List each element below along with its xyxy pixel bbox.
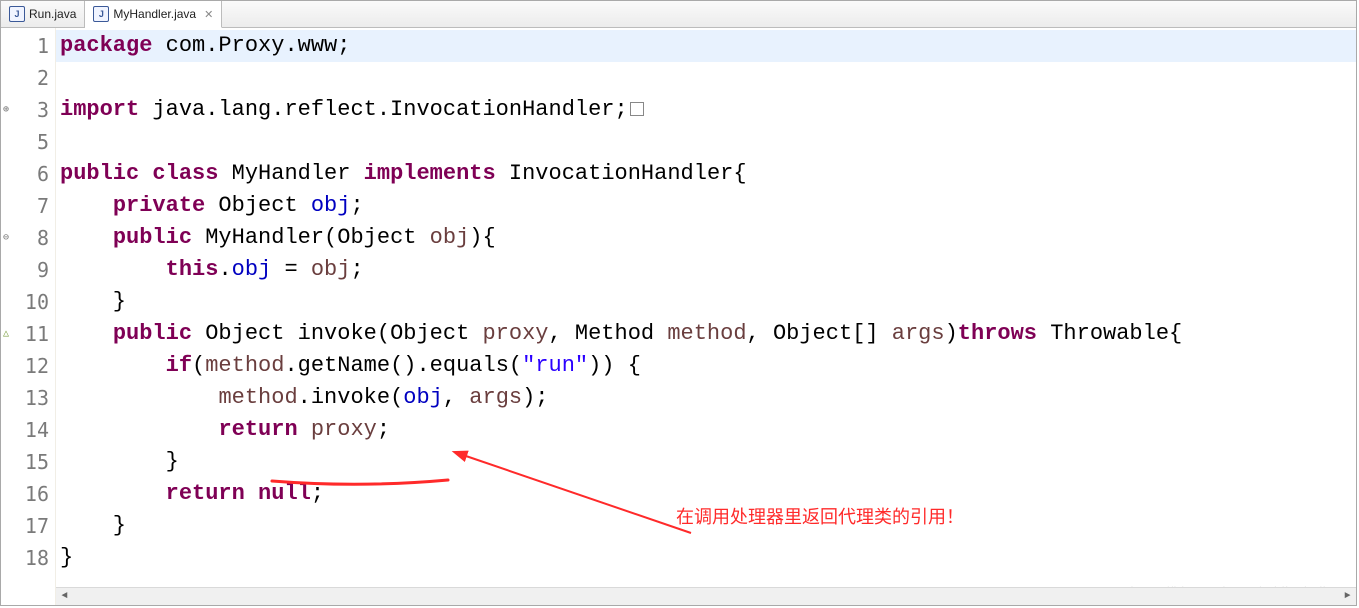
code-line: [56, 62, 1356, 94]
code-line: this.obj = obj;: [56, 254, 1356, 286]
scroll-right-icon[interactable]: ►: [1339, 588, 1356, 605]
line-number: 2: [1, 62, 49, 94]
code-line: if(method.getName().equals("run")) {: [56, 350, 1356, 382]
java-file-icon: J: [93, 6, 109, 22]
line-number-gutter[interactable]: 1 2 ⊕3 5 6 7 ⊖8 9 10 △11 12 13 14 15 16 …: [1, 28, 56, 605]
code-line: import java.lang.reflect.InvocationHandl…: [56, 94, 1356, 126]
line-number: 18: [1, 542, 49, 574]
line-number: 17: [1, 510, 49, 542]
tab-label: MyHandler.java: [113, 7, 196, 21]
line-number: 5: [1, 126, 49, 158]
scroll-track[interactable]: [73, 588, 1339, 605]
fold-minus-icon[interactable]: ⊖: [3, 222, 9, 254]
code-line: [56, 126, 1356, 158]
line-number: ⊖8: [1, 222, 49, 254]
annotation-text: 在调用处理器里返回代理类的引用！: [676, 503, 964, 529]
line-number: 16: [1, 478, 49, 510]
override-marker-icon[interactable]: △: [3, 318, 9, 350]
code-line: package com.Proxy.www;: [56, 30, 1356, 62]
close-icon[interactable]: ✕: [204, 8, 213, 21]
code-line: public class MyHandler implements Invoca…: [56, 158, 1356, 190]
code-line: method.invoke(obj, args);: [56, 382, 1356, 414]
java-file-icon: J: [9, 6, 25, 22]
line-number: 12: [1, 350, 49, 382]
code-line: public Object invoke(Object proxy, Metho…: [56, 318, 1356, 350]
line-number: 10: [1, 286, 49, 318]
code-line: }: [56, 446, 1356, 478]
line-number: 7: [1, 190, 49, 222]
line-number: 1: [1, 30, 49, 62]
code-line: }: [56, 542, 1356, 574]
code-line: public MyHandler(Object obj){: [56, 222, 1356, 254]
horizontal-scrollbar[interactable]: ◄ ►: [56, 587, 1356, 605]
line-number: 9: [1, 254, 49, 286]
code-line: }: [56, 286, 1356, 318]
code-area: 1 2 ⊕3 5 6 7 ⊖8 9 10 △11 12 13 14 15 16 …: [1, 28, 1356, 605]
code-line: return proxy;: [56, 414, 1356, 446]
collapsed-import-icon[interactable]: [630, 102, 644, 116]
editor-window: J Run.java J MyHandler.java ✕ 1 2 ⊕3 5 6…: [0, 0, 1357, 606]
tab-label: Run.java: [29, 7, 76, 21]
code-line: private Object obj;: [56, 190, 1356, 222]
line-number: ⊕3: [1, 94, 49, 126]
line-number: 14: [1, 414, 49, 446]
tab-myhandler-java[interactable]: J MyHandler.java ✕: [85, 1, 222, 28]
tab-run-java[interactable]: J Run.java: [1, 1, 85, 27]
line-number: 6: [1, 158, 49, 190]
scroll-left-icon[interactable]: ◄: [56, 588, 73, 605]
code-content[interactable]: package com.Proxy.www; import java.lang.…: [56, 28, 1356, 605]
fold-plus-icon[interactable]: ⊕: [3, 94, 9, 126]
line-number: 15: [1, 446, 49, 478]
line-number: 13: [1, 382, 49, 414]
line-number: △11: [1, 318, 49, 350]
tab-bar: J Run.java J MyHandler.java ✕: [1, 1, 1356, 28]
